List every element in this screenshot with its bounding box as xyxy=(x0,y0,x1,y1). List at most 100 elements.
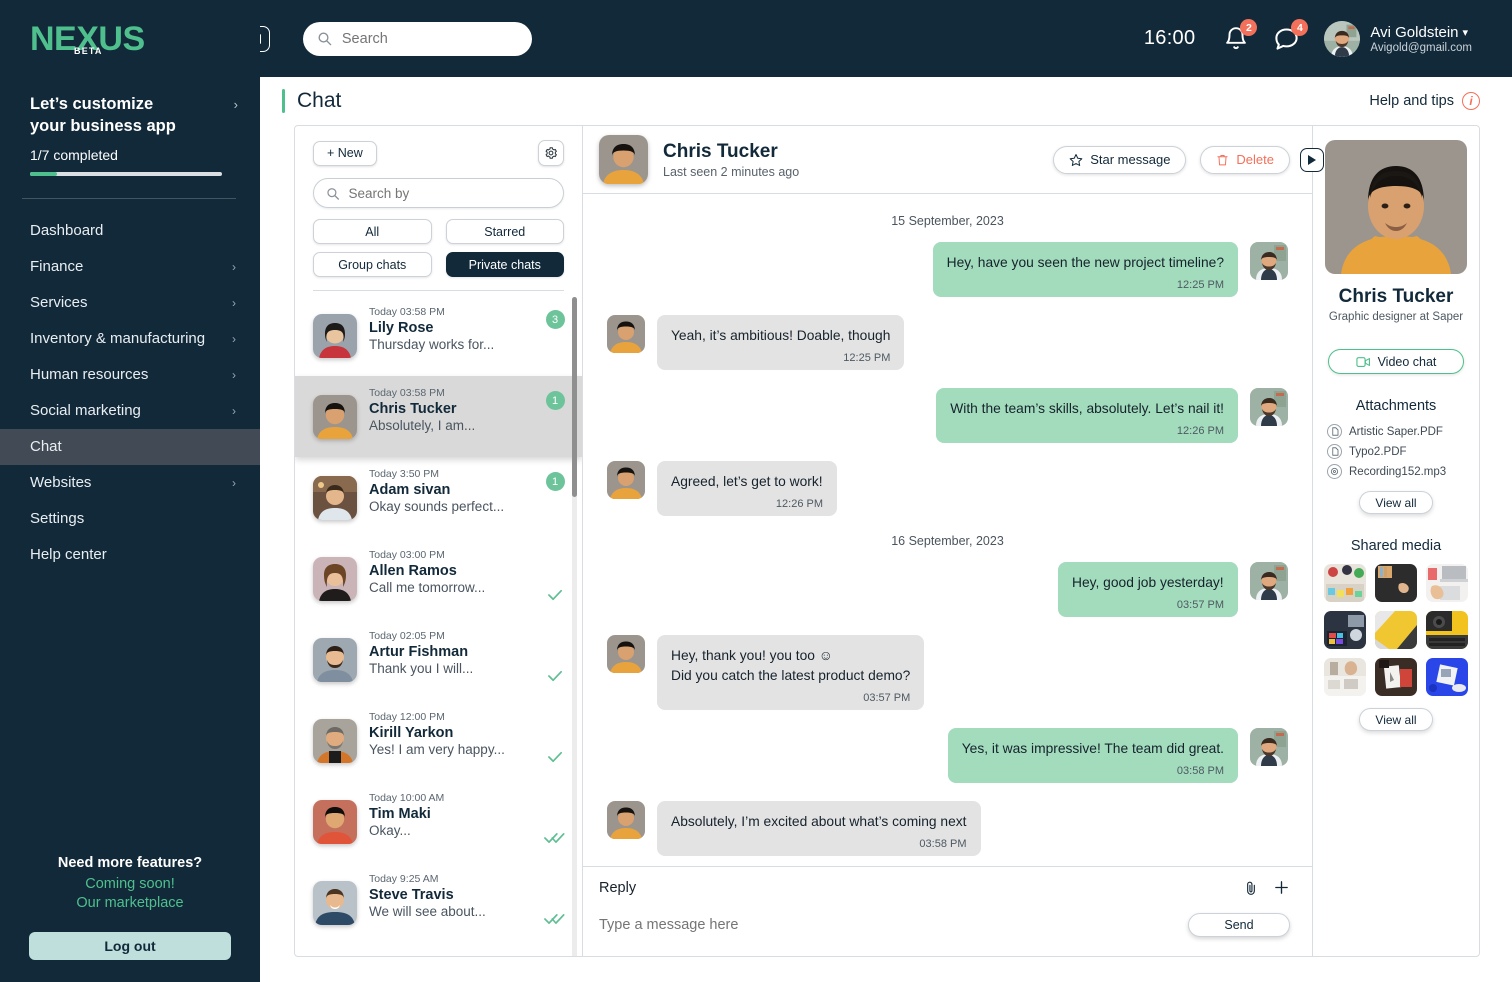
filter-private-chats[interactable]: Private chats xyxy=(445,252,564,277)
list-item[interactable]: Today 02:05 PM Artur Fishman Thank you I… xyxy=(295,619,582,700)
list-item[interactable]: Today 9:25 AM Steve Travis We will see a… xyxy=(295,862,582,943)
message-bubble-outgoing[interactable]: With the team’s skills, absolutely. Let’… xyxy=(936,388,1238,444)
chat-settings-button[interactable] xyxy=(538,140,564,166)
list-item[interactable]: Today 03:00 PM Allen Ramos Call me tomor… xyxy=(295,538,582,619)
delete-button[interactable]: Delete xyxy=(1200,145,1290,174)
sidebar-item-label: Inventory & manufacturing xyxy=(30,330,206,348)
info-icon: i xyxy=(1462,92,1480,110)
message-bubble-outgoing[interactable]: Hey, good job yesterday! 03:57 PM xyxy=(1058,562,1238,618)
media-thumbnail[interactable] xyxy=(1324,658,1366,696)
list-item[interactable]: Today 10:00 AM Tim Maki Okay... xyxy=(295,781,582,862)
media-thumbnail[interactable] xyxy=(1324,564,1366,602)
media-thumbnail[interactable] xyxy=(1375,611,1417,649)
logout-button[interactable]: Log out xyxy=(29,932,231,960)
list-item[interactable]: Today 12:00 PM Kirill Yarkon Yes! I am v… xyxy=(295,700,582,781)
sidebar-item-inventory-manufacturing[interactable]: Inventory & manufacturing › xyxy=(0,321,260,357)
list-item[interactable]: Typo2.PDF xyxy=(1327,444,1471,459)
notifications-badge: 2 xyxy=(1240,19,1258,36)
attachments-title: Attachments xyxy=(1355,398,1437,414)
reply-label: Reply xyxy=(599,879,637,896)
expand-panel-button[interactable] xyxy=(1300,148,1324,172)
filter-starred[interactable]: Starred xyxy=(445,219,564,244)
messages-button[interactable]: 4 xyxy=(1273,19,1309,52)
list-item[interactable]: Today 03:58 PM Lily Rose Thursday works … xyxy=(295,295,582,376)
list-item[interactable]: Today 03:58 PM Chris Tucker Absolutely, … xyxy=(295,376,582,457)
message-time: 03:57 PM xyxy=(863,692,911,705)
filter-all[interactable]: All xyxy=(313,219,432,244)
list-item[interactable]: Artistic Saper.PDF xyxy=(1327,424,1471,439)
chat-search-input[interactable] xyxy=(348,185,551,201)
message-row: Yeah, it’s ambitious! Doable, though 12:… xyxy=(607,315,1288,371)
filter-group-chats[interactable]: Group chats xyxy=(313,252,432,277)
message-text: Hey, good job yesterday! xyxy=(1072,575,1224,591)
avatar xyxy=(607,461,645,500)
avatar xyxy=(313,314,357,358)
add-button[interactable] xyxy=(1273,879,1290,896)
onboarding-card[interactable]: Let’s customize your business app › 1/7 … xyxy=(0,80,260,176)
chat-time: Today 02:05 PM xyxy=(369,630,445,642)
chat-name: Allen Ramos xyxy=(369,563,457,579)
media-thumbnail[interactable] xyxy=(1426,658,1468,696)
global-search[interactable] xyxy=(303,21,532,56)
chat-list-scrollbar-thumb[interactable] xyxy=(572,297,577,497)
send-button[interactable]: Send xyxy=(1188,912,1290,937)
sidebar-item-settings[interactable]: Settings xyxy=(0,501,260,537)
message-text: Hey, thank you! you too ☺ Did you catch … xyxy=(671,648,911,684)
message-bubble-incoming[interactable]: Hey, thank you! you too ☺ Did you catch … xyxy=(657,635,925,711)
chevron-right-icon: › xyxy=(232,475,236,490)
media-thumbnail[interactable] xyxy=(1426,564,1468,602)
new-chat-button[interactable]: + New xyxy=(313,140,377,166)
star-message-button[interactable]: Star message xyxy=(1053,145,1187,174)
avatar-image xyxy=(313,719,357,763)
sidebar-item-dashboard[interactable]: Dashboard xyxy=(0,213,260,249)
attach-button[interactable] xyxy=(1243,879,1259,897)
media-thumbnail[interactable] xyxy=(1324,611,1366,649)
chat-search[interactable] xyxy=(313,178,564,208)
brand-logo[interactable]: NEXUS BETA xyxy=(0,0,260,80)
avatar-image xyxy=(313,314,357,358)
media-thumbnail[interactable] xyxy=(1375,564,1417,602)
sidebar-item-websites[interactable]: Websites › xyxy=(0,465,260,501)
help-and-tips-button[interactable]: Help and tips i xyxy=(1369,92,1480,110)
shared-media-grid xyxy=(1321,564,1471,696)
avatar-image xyxy=(607,635,645,674)
sidebar-item-chat[interactable]: Chat xyxy=(0,428,260,465)
chat-list-scrollbar[interactable] xyxy=(572,297,577,956)
message-row: Yes, it was impressive! The team did gre… xyxy=(607,728,1288,784)
video-chat-button[interactable]: Video chat xyxy=(1328,349,1464,374)
sidebar-footer: Need more features? Coming soon! Our mar… xyxy=(0,855,260,982)
user-menu[interactable]: Avi Goldstein ▾ Avigold@gmail.com xyxy=(1324,20,1472,57)
shared-media-view-all-button[interactable]: View all xyxy=(1359,708,1433,731)
message-time: 12:25 PM xyxy=(843,352,891,365)
marketplace-promo[interactable]: Coming soon! Our marketplace xyxy=(16,875,244,914)
message-bubble-outgoing[interactable]: Hey, have you seen the new project timel… xyxy=(932,242,1238,298)
message-bubble-incoming[interactable]: Absolutely, I’m excited about what’s com… xyxy=(657,801,981,857)
message-input[interactable] xyxy=(599,916,1188,933)
message-bubble-incoming[interactable]: Agreed, let’s get to work! 12:26 PM xyxy=(657,461,837,517)
sidebar-item-social-marketing[interactable]: Social marketing › xyxy=(0,393,260,429)
sidebar-item-finance[interactable]: Finance › xyxy=(0,249,260,285)
chat-preview: Thursday works for... xyxy=(369,337,495,352)
media-thumbnail[interactable] xyxy=(1426,611,1468,649)
attachments-view-all-button[interactable]: View all xyxy=(1359,491,1433,514)
attachment-name: Recording152.mp3 xyxy=(1349,465,1447,478)
chat-name: Artur Fishman xyxy=(369,644,469,660)
sidebar-item-help-center[interactable]: Help center xyxy=(0,537,260,573)
sidebar-item-services[interactable]: Services › xyxy=(0,285,260,321)
message-bubble-outgoing[interactable]: Yes, it was impressive! The team did gre… xyxy=(947,728,1238,784)
onboarding-title-line1: Let’s customize xyxy=(30,95,154,113)
media-thumbnail[interactable] xyxy=(1375,658,1417,696)
message-bubble-incoming[interactable]: Yeah, it’s ambitious! Doable, though 12:… xyxy=(657,315,905,371)
avatar-image xyxy=(1250,562,1288,601)
list-item[interactable]: Recording152.mp3 xyxy=(1327,464,1471,479)
sidebar: NEXUS BETA Let’s customize your business… xyxy=(0,0,260,982)
chat-name: Adam sivan xyxy=(369,482,451,498)
sidebar-item-label: Services xyxy=(30,294,88,312)
sidebar-item-human-resources[interactable]: Human resources › xyxy=(0,357,260,393)
message-text: Yes, it was impressive! The team did gre… xyxy=(961,741,1224,757)
list-item[interactable]: Today 3:50 PM Adam sivan Okay sounds per… xyxy=(295,457,582,538)
global-search-input[interactable] xyxy=(341,30,518,47)
notifications-button[interactable]: 2 xyxy=(1223,19,1258,52)
avatar-image xyxy=(607,315,645,354)
paperclip-icon xyxy=(1247,881,1255,895)
